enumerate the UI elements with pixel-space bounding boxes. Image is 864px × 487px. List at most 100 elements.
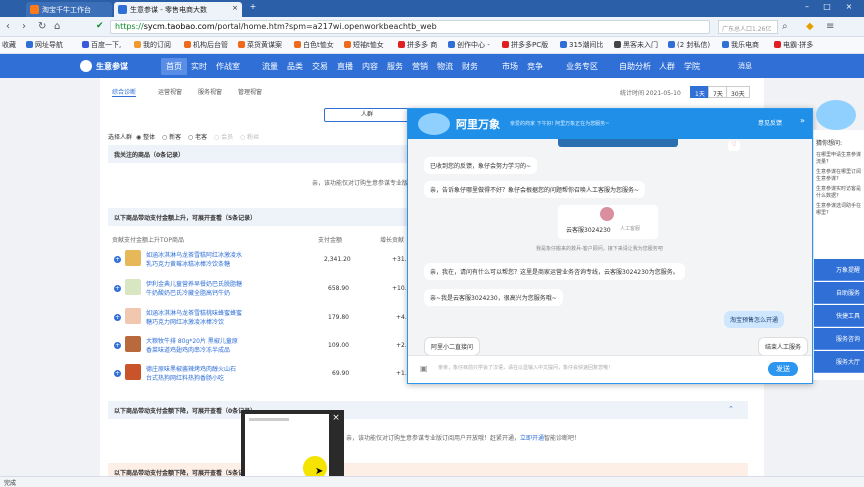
nav-trade[interactable]: 交易 [312,61,328,72]
chat-input[interactable]: 亲亲，象仔目前只学会了汉语，请在以显输入中文提问，象仔会快速回复您哦！ [438,364,613,371]
bookmark-item[interactable]: 我乐电商 [722,40,759,50]
bookmark-item[interactable]: 网址导航 [26,40,63,50]
amount: 179.80 [328,314,349,321]
faq-item[interactable]: 生意参谋选词助手在哪里? [816,202,864,216]
bookmark-item[interactable]: 电霸·拼多 [774,40,813,50]
close-icon[interactable]: × [232,4,238,12]
faq-item[interactable]: 在哪里申请生意参谋流量? [816,151,864,165]
nav-messages[interactable]: 消息 [738,61,752,71]
nav-business-zone[interactable]: 业务专区 [566,61,598,72]
subtab-diagnosis[interactable]: 综合诊断 [112,87,137,97]
nav-finance[interactable]: 财务 [462,61,478,72]
refresh-icon[interactable]: ↻ [38,21,46,32]
maximize-icon[interactable]: □ [820,2,834,11]
nav-warroom[interactable]: 作战室 [216,61,240,72]
expand-icon[interactable]: + [114,314,121,321]
nav-academy[interactable]: 学院 [684,61,700,72]
bookmark-item[interactable]: 我的订阅 [134,40,171,50]
bookmark-item[interactable]: 黑客未入门 [614,40,658,50]
nav-traffic[interactable]: 流量 [262,61,278,72]
expand-icon[interactable]: + [114,285,121,292]
expand-icon[interactable]: + [114,342,121,349]
video-thumbnail-popup[interactable]: ➤ × [241,410,344,486]
nav-marketing[interactable]: 营销 [412,61,428,72]
bookmark-item[interactable]: 收藏 [2,40,16,50]
rp-reminder-button[interactable]: 万象提醒 [814,259,864,281]
nav-content[interactable]: 内容 [362,61,378,72]
product-name[interactable]: 如涵冰淇淋乌龙茶雪糕阿红冰激凌水 [146,250,242,259]
new-tab-icon[interactable]: + [246,2,260,11]
expand-panel-icon[interactable]: » [800,116,805,125]
search-icon[interactable]: ⌕ [782,21,788,32]
product-name[interactable]: 德庄原味黑椒酱辣烤鸡肉醇火山石 [146,364,236,373]
home-icon[interactable]: ⌂ [54,21,60,32]
subtab-management[interactable]: 管理视窗 [238,87,262,96]
segment-crowd[interactable]: 人群 [324,108,410,122]
minimize-icon[interactable]: – [800,2,814,11]
nav-service[interactable]: 服务 [387,61,403,72]
product-name[interactable]: 伊利金典儿童营养早餐奶巴氏脱脂糖 [146,279,242,288]
tab-qianniu[interactable]: 淘宝千牛工作台 [26,2,112,17]
close-icon[interactable]: × [331,413,341,423]
growth: +4. [396,314,407,321]
nav-home[interactable]: 首页 [161,58,187,75]
heart-icon[interactable]: ♡ [728,141,740,151]
subtab-service[interactable]: 服务视窗 [198,87,222,96]
bookmark-item[interactable]: 机构后台管 [184,40,228,50]
close-window-icon[interactable]: × [842,2,856,11]
bookmark-item[interactable]: 315潮间比 [560,40,603,50]
tab-sycm[interactable]: 生意参谋 - 零售电商大数 × [114,2,242,17]
bookmark-item[interactable]: 百度一下, [82,40,121,50]
section-fall[interactable]: 以下商品带动支付金额下降，可展开查看（0条记录） [108,401,748,419]
nav-crowd[interactable]: 人群 [659,61,675,72]
faq-item[interactable]: 生意参谋实时访客是什么数据? [816,185,864,199]
product-name[interactable]: 如涵冰淇淋乌龙茶雪糕桃味蜂蜜蜂蜜 [146,308,242,317]
open-link[interactable]: 立即开通 [520,433,545,442]
nav-self-analysis[interactable]: 自助分析 [619,61,651,72]
expand-icon[interactable]: + [114,256,121,263]
filter-old[interactable]: ○ 老客 [188,132,207,141]
bookmark-item[interactable]: (2 封私信) [668,40,710,50]
nav-competition[interactable]: 竞争 [527,61,543,72]
quick-reply-chip[interactable]: 阿里小二直接问 [424,337,481,356]
nav-category[interactable]: 品类 [287,61,303,72]
rp-self-service-button[interactable]: 自助服务 [814,282,864,304]
bookmark-item[interactable]: 拼多多 商 [398,40,437,50]
forward-icon[interactable]: › [22,21,26,32]
back-icon[interactable]: ‹ [6,21,10,32]
menu-icon[interactable]: ≡ [826,21,834,32]
filter-member[interactable]: ○ 会员 [214,132,233,141]
elephant-mascot-icon[interactable] [816,100,856,130]
extension-icon[interactable]: ◆ [806,21,814,32]
rp-tools-button[interactable]: 快捷工具 [814,305,864,327]
bookmark-item[interactable]: 拼多多PC版 [502,40,548,50]
bookmark-item[interactable]: 菜货黄谋案 [238,40,282,50]
end-service-button[interactable]: 结束人工服务 [758,337,809,356]
rp-hall-button[interactable]: 服务大厅 [814,351,864,373]
image-icon[interactable]: ▣ [420,364,428,373]
bookmark-item[interactable]: 短袖t恤女 [344,40,384,50]
nav-logistics[interactable]: 物流 [437,61,453,72]
bookmark-item[interactable]: 创作中心 - [448,40,490,50]
nav-realtime[interactable]: 实时 [191,61,207,72]
expand-icon[interactable]: + [114,370,121,377]
nav-live[interactable]: 直播 [337,61,353,72]
bookmark-item[interactable]: 白色t恤女 [294,40,334,50]
faq-item[interactable]: 生意参谋在哪里订阅生意参谋? [816,168,864,182]
search-box[interactable]: 广东总人口1.26亿 [718,20,778,34]
filter-fans[interactable]: ○ 粉丝 [240,132,259,141]
send-button[interactable]: 发送 [768,362,798,376]
range-30d[interactable]: 30天 [726,86,750,98]
product-name[interactable]: 大粮牧牛排 80g*20片 黑椒儿童原 [146,336,238,345]
nav-market[interactable]: 市场 [502,61,518,72]
collapse-icon[interactable]: ⌃ [728,405,734,413]
rp-consult-button[interactable]: 服务咨询 [814,328,864,350]
feedback-link[interactable]: 意见反馈 [758,118,782,127]
filter-all[interactable]: ◉ 整体 [136,132,155,141]
subtab-operation[interactable]: 运营视窗 [158,87,182,96]
agent-avatar [600,207,614,221]
range-1d[interactable]: 1天 [690,86,710,98]
range-7d[interactable]: 7天 [708,86,728,98]
url-input[interactable]: https://sycm.taobao.com/portal/home.htm?… [110,20,710,34]
filter-new[interactable]: ○ 新客 [162,132,181,141]
